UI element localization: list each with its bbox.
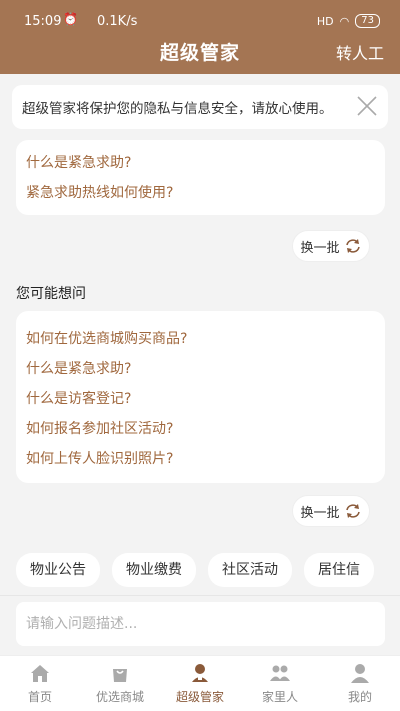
- transfer-human-button[interactable]: 转人工: [336, 40, 384, 64]
- input-area: [0, 595, 400, 655]
- battery-icon: 73: [355, 14, 380, 28]
- question-item[interactable]: 什么是紧急求助?: [26, 152, 131, 172]
- tag-community-activity[interactable]: 社区活动: [208, 553, 292, 587]
- question-item[interactable]: 如何在优选商城购买商品?: [26, 328, 187, 348]
- question-item[interactable]: 什么是访客登记?: [26, 388, 131, 408]
- bottom-tabbar: 首页 优选商城 超级管家 家里人 我的: [0, 655, 400, 711]
- privacy-notice: 超级管家将保护您的隐私与信息安全，请放心使用。: [12, 85, 388, 129]
- refresh-label: 换一批: [300, 240, 340, 256]
- tab-family[interactable]: 家里人: [240, 656, 320, 711]
- suggest-question-card: 如何在优选商城购买商品? 什么是紧急求助? 什么是访客登记? 如何报名参加社区活…: [16, 311, 385, 483]
- tab-mall[interactable]: 优选商城: [80, 656, 160, 711]
- top-question-card: 什么是紧急求助? 紧急求助热线如何使用?: [16, 140, 385, 215]
- question-input[interactable]: [16, 602, 385, 646]
- signal-icon: HD: [316, 14, 334, 28]
- tab-home[interactable]: 首页: [0, 656, 80, 711]
- notice-text: 超级管家将保护您的隐私与信息安全，请放心使用。: [22, 101, 333, 117]
- tab-label: 首页: [27, 690, 52, 704]
- status-bar: 15:09 ⏰ 0.1K/s HD ◠ 73: [0, 12, 400, 32]
- refresh-icon: [345, 239, 360, 253]
- tab-label: 超级管家: [175, 690, 224, 704]
- tag-property-payment[interactable]: 物业缴费: [112, 553, 196, 587]
- network-speed: 0.1K/s: [97, 14, 138, 29]
- question-item[interactable]: 什么是紧急求助?: [26, 358, 131, 378]
- tab-butler[interactable]: 超级管家: [160, 656, 240, 711]
- tab-me[interactable]: 我的: [320, 656, 400, 711]
- tab-label: 优选商城: [95, 690, 144, 704]
- alarm-icon: ⏰: [63, 12, 78, 26]
- status-right: HD ◠ 73: [317, 14, 380, 28]
- wifi-icon: ◠: [339, 14, 350, 28]
- bag-icon: [113, 669, 127, 682]
- refresh-label: 换一批: [300, 505, 340, 521]
- user-icon: [351, 664, 369, 683]
- refresh-batch-button[interactable]: 换一批: [292, 230, 370, 262]
- tab-label: 家里人: [261, 690, 298, 704]
- refresh-icon: [345, 504, 360, 518]
- app-header: 15:09 ⏰ 0.1K/s HD ◠ 73 超级管家 转人工: [0, 0, 400, 74]
- question-item[interactable]: 如何报名参加社区活动?: [26, 418, 173, 438]
- question-item[interactable]: 紧急求助热线如何使用?: [26, 182, 173, 202]
- tag-property-notice[interactable]: 物业公告: [16, 553, 100, 587]
- family-icon: [270, 665, 290, 681]
- tab-label: 我的: [347, 690, 372, 704]
- tag-residence-info[interactable]: 居住信: [304, 553, 374, 587]
- close-icon[interactable]: [356, 95, 378, 117]
- quick-tags: 物业公告 物业缴费 社区活动 居住信: [16, 553, 374, 587]
- status-time: 15:09: [24, 14, 62, 29]
- suggest-title: 您可能想问: [16, 286, 86, 302]
- home-icon: [31, 665, 49, 682]
- refresh-batch-button[interactable]: 换一批: [292, 495, 370, 527]
- question-item[interactable]: 如何上传人脸识别照片?: [26, 448, 173, 468]
- butler-icon: [192, 664, 208, 682]
